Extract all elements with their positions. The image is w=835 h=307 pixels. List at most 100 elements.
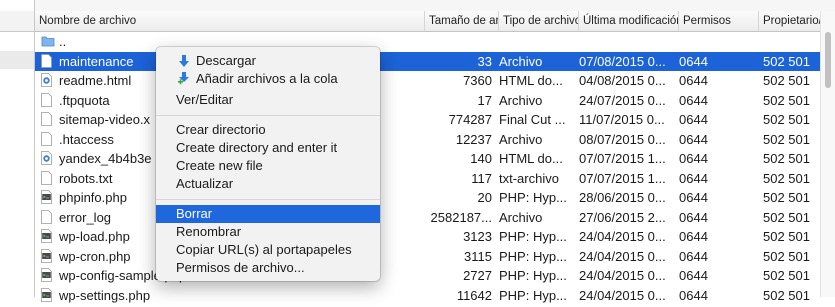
file-row[interactable]: wp-settings.php 11642 PHP: Hyp... 24/04/201…	[35, 286, 821, 305]
file-size: 33	[477, 53, 492, 69]
file-size: 774287	[448, 112, 492, 127]
file-permissions: 0644	[679, 190, 708, 205]
menu-item-delete[interactable]: Borrar	[156, 205, 380, 223]
file-permissions: 0644	[679, 229, 708, 244]
file-permissions: 0644	[679, 112, 708, 127]
menu-separator	[156, 115, 380, 116]
local-pane[interactable]	[0, 0, 35, 297]
menu-item-view-edit[interactable]: Ver/Editar	[156, 91, 380, 109]
column-header-name[interactable]: Nombre de archivo	[35, 11, 425, 31]
file-icon	[41, 170, 52, 185]
file-row[interactable]: .htaccess 12237 Archivo 08/07/2015 0... 0644…	[35, 130, 821, 149]
file-row[interactable]: maintenance 33 Archivo 07/08/2015 0... 0644 5…	[35, 51, 821, 71]
add-to-queue-icon	[177, 72, 191, 86]
file-modified: 11/07/2015 0...	[579, 112, 665, 127]
php-file-icon	[41, 287, 52, 302]
folder-icon	[41, 34, 55, 48]
file-modified: 27/06/2015 2...	[579, 209, 666, 225]
file-modified: 08/07/2015 0...	[579, 131, 666, 147]
file-type: Archivo	[499, 92, 543, 108]
file-row[interactable]: wp-load.php 3123 PHP: Hyp... 24/04/2015 0..…	[35, 227, 821, 246]
file-row[interactable]: .ftpquota 17 Archivo 24/07/2015 0... 0644 502…	[35, 91, 821, 110]
file-icon	[41, 112, 52, 126]
file-type: PHP: Hyp...	[499, 248, 567, 264]
file-size: 17	[477, 92, 492, 108]
file-permissions: 0644	[679, 287, 708, 303]
column-header-size[interactable]: Tamaño de archivo	[425, 11, 499, 31]
file-modified: 24/04/2015 0...	[579, 287, 666, 303]
file-modified: 04/08/2015 0...	[579, 73, 666, 88]
file-modified: 07/07/2015 1...	[579, 170, 666, 186]
menu-item-rename[interactable]: Renombrar	[156, 223, 380, 241]
html-file-icon	[41, 73, 52, 87]
context-menu: Descargar Añadir archivos a la cola Ver/…	[156, 47, 380, 281]
file-permissions: 0644	[679, 151, 708, 166]
php-file-icon	[41, 268, 52, 282]
file-row[interactable]: wp-cron.php 3115 PHP: Hyp... 24/04/2015 0..…	[35, 247, 821, 266]
menu-item-refresh[interactable]: Actualizar	[156, 175, 380, 193]
file-type: PHP: Hyp...	[499, 190, 567, 205]
html-file-icon	[41, 151, 52, 165]
file-list-header: Nombre de archivo Tamaño de archivo Tipo…	[35, 11, 835, 32]
file-size: 7360	[463, 73, 492, 88]
file-row[interactable]: phpinfo.php 20 PHP: Hyp... 28/06/2015 0... 0…	[35, 188, 821, 207]
file-list[interactable]: .. maintenance 33 Archivo 07/08/2015 0... 06…	[35, 32, 821, 303]
file-type: HTML do...	[499, 73, 563, 88]
file-modified: 24/04/2015 0...	[579, 229, 666, 244]
file-row[interactable]: readme.html 7360 HTML do... 04/08/2015 0...…	[35, 71, 821, 90]
parent-directory-row[interactable]: ..	[35, 32, 821, 51]
file-size: 140	[470, 151, 492, 166]
vertical-scrollbar[interactable]	[820, 11, 835, 297]
file-size: 3123	[463, 229, 492, 244]
file-type: Final Cut ...	[499, 112, 566, 127]
file-name: wp-settings.php	[59, 287, 151, 303]
file-size: 2727	[463, 268, 492, 283]
file-size: 12237	[455, 131, 492, 147]
file-permissions: 0644	[679, 248, 708, 264]
file-modified: 28/06/2015 0...	[579, 190, 666, 205]
column-header-type[interactable]: Tipo de archivo	[499, 11, 579, 31]
menu-separator	[156, 199, 380, 200]
php-file-icon	[41, 229, 52, 243]
file-row[interactable]: error_log 2582187... Archivo 27/06/2015 2..…	[35, 208, 821, 227]
file-type: Archivo	[499, 53, 543, 69]
menu-item-create-directory-enter[interactable]: Create directory and enter it	[156, 139, 380, 157]
menu-item-file-permissions[interactable]: Permisos de archivo...	[156, 259, 380, 277]
file-icon	[41, 209, 52, 224]
local-pane-selected-row[interactable]	[0, 51, 34, 69]
file-permissions: 0644	[679, 73, 708, 88]
file-size: 11642	[456, 287, 492, 303]
file-size: 117	[471, 170, 492, 186]
menu-item-copy-urls[interactable]: Copiar URL(s) al portapapeles	[156, 241, 380, 259]
file-type: PHP: Hyp...	[499, 268, 567, 283]
file-size: 20	[477, 190, 492, 205]
php-file-icon	[41, 190, 52, 204]
menu-item-add-to-queue[interactable]: Añadir archivos a la cola	[156, 70, 380, 88]
file-row[interactable]: yandex_4b4b3e 140 HTML do... 07/07/2015 1..…	[35, 149, 821, 168]
local-pane-header	[0, 11, 34, 32]
file-icon	[41, 53, 52, 68]
file-modified: 07/08/2015 0...	[579, 53, 666, 69]
column-header-modified[interactable]: Última modificación	[579, 11, 679, 31]
php-file-icon	[41, 248, 52, 263]
file-type: Archivo	[499, 131, 543, 147]
file-size: 3115	[464, 248, 492, 264]
menu-item-create-file[interactable]: Create new file	[156, 157, 380, 175]
file-icon	[41, 131, 52, 146]
file-row[interactable]: wp-config-sample.php 2727 PHP: Hyp... 24/04…	[35, 266, 821, 285]
file-permissions: 0644	[679, 268, 708, 283]
file-row[interactable]: robots.txt 117 txt-archivo 07/07/2015 1... 0…	[35, 169, 821, 188]
file-permissions: 0644	[679, 209, 708, 225]
file-permissions: 0644	[679, 170, 708, 186]
download-arrow-icon	[177, 54, 191, 68]
file-row[interactable]: sitemap-video.x 774287 Final Cut ... 11/07/…	[35, 110, 821, 129]
file-modified: 24/04/2015 0...	[579, 268, 666, 283]
menu-item-download[interactable]: Descargar	[156, 52, 380, 70]
menu-item-create-directory[interactable]: Crear directorio	[156, 121, 380, 139]
file-type: PHP: Hyp...	[499, 229, 567, 244]
column-header-permissions[interactable]: Permisos	[679, 11, 759, 31]
scrollbar-thumb[interactable]	[825, 32, 831, 88]
menu-item-add-to-queue-label: Añadir archivos a la cola	[196, 71, 338, 86]
file-modified: 07/07/2015 1...	[579, 151, 666, 166]
file-permissions: 0644	[679, 53, 708, 69]
